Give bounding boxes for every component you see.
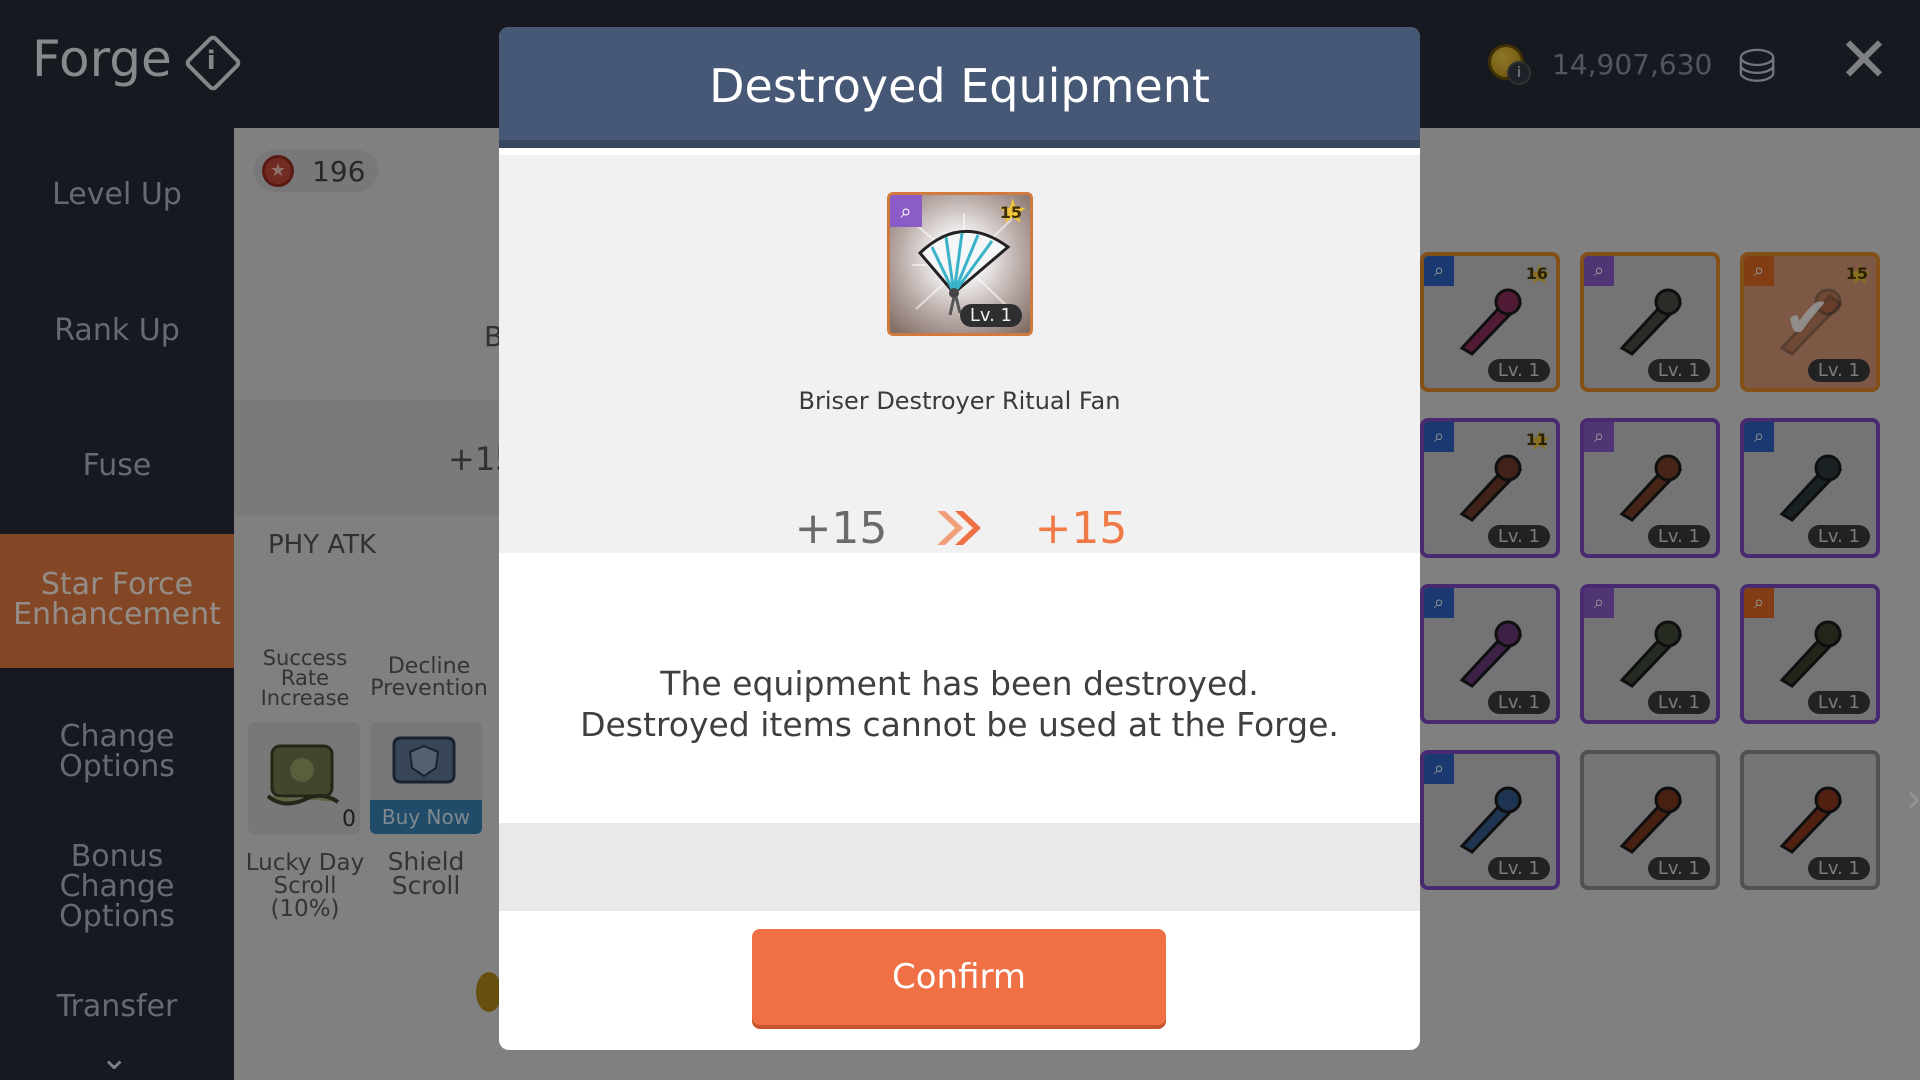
confirm-button[interactable]: Confirm bbox=[752, 929, 1166, 1025]
double-chevron-right-icon bbox=[937, 511, 981, 545]
star-force-before: +15 bbox=[794, 503, 888, 554]
message-line-2: Destroyed items cannot be used at the Fo… bbox=[580, 705, 1339, 744]
item-star-count: 15 bbox=[999, 203, 1022, 222]
magnify-icon[interactable]: ⌕ bbox=[890, 195, 922, 227]
destroyed-equipment-dialog: Destroyed Equipment ⌕ ★ 15 Lv. 1 Briser … bbox=[499, 27, 1420, 1050]
item-name: Briser Destroyer Ritual Fan bbox=[798, 387, 1121, 415]
dialog-title: Destroyed Equipment bbox=[709, 59, 1210, 113]
message-line-1: The equipment has been destroyed. bbox=[660, 664, 1259, 703]
star-force-after: +15 bbox=[1034, 503, 1128, 554]
dialog-header: Destroyed Equipment bbox=[499, 27, 1420, 148]
destroyed-item-icon[interactable]: ⌕ ★ 15 Lv. 1 bbox=[887, 192, 1033, 336]
item-level-badge: Lv. 1 bbox=[959, 304, 1022, 327]
dialog-footer-band bbox=[499, 823, 1420, 911]
destroyed-message: The equipment has been destroyed. Destro… bbox=[499, 663, 1420, 745]
